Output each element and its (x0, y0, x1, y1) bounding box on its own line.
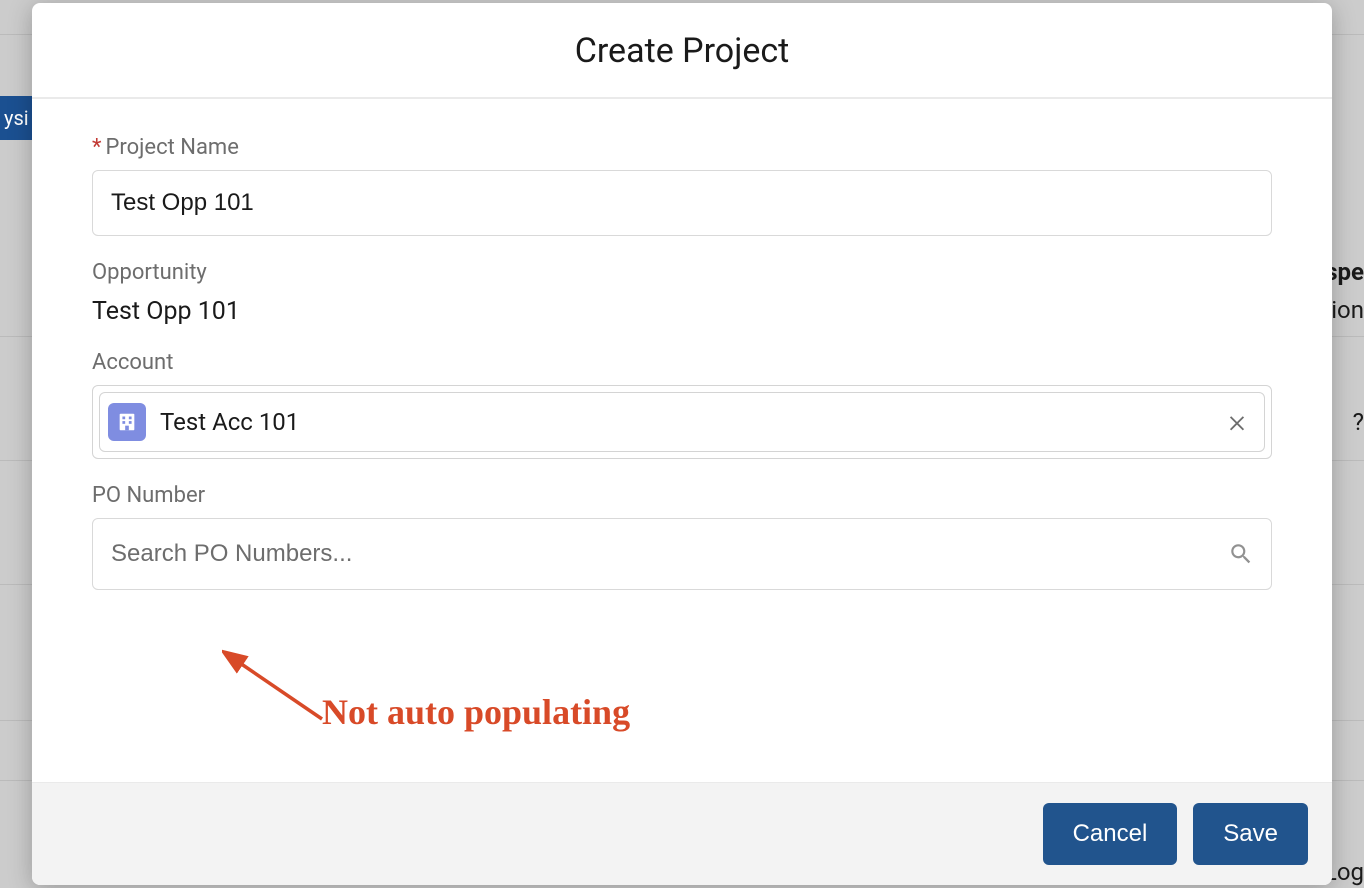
field-account: Account Test Acc 101 (92, 350, 1272, 459)
po-number-input[interactable] (92, 518, 1272, 590)
modal-body: *Project Name Opportunity Test Opp 101 A… (32, 99, 1332, 782)
account-label: Account (92, 350, 1272, 375)
po-number-input-wrap (92, 518, 1272, 590)
field-project-name: *Project Name (92, 135, 1272, 236)
project-name-input[interactable] (92, 170, 1272, 236)
opportunity-value: Test Opp 101 (92, 295, 1272, 326)
account-pill-label: Test Acc 101 (160, 408, 1224, 436)
po-number-label: PO Number (92, 483, 1272, 508)
bg-text-right-3: ? (1353, 408, 1364, 436)
cancel-button[interactable]: Cancel (1043, 803, 1178, 865)
project-name-label: *Project Name (92, 135, 1272, 160)
annotation-arrow (222, 649, 342, 734)
required-asterisk: * (92, 135, 101, 160)
modal-title: Create Project (32, 31, 1332, 71)
modal-footer: Cancel Save (32, 782, 1332, 885)
account-pill: Test Acc 101 (99, 392, 1265, 452)
create-project-modal: Create Project *Project Name Opportunity… (32, 3, 1332, 885)
search-icon (1228, 541, 1254, 567)
modal-header: Create Project (32, 3, 1332, 99)
account-icon (108, 403, 146, 441)
annotation-text: Not auto populating (322, 691, 630, 733)
opportunity-label: Opportunity (92, 260, 1272, 285)
clear-account-icon[interactable] (1224, 409, 1250, 435)
save-button[interactable]: Save (1193, 803, 1308, 865)
project-name-label-text: Project Name (105, 135, 238, 160)
field-po-number: PO Number (92, 483, 1272, 590)
bg-left-tab: ysi (0, 96, 33, 140)
account-lookup-container[interactable]: Test Acc 101 (92, 385, 1272, 459)
field-opportunity: Opportunity Test Opp 101 (92, 260, 1272, 326)
